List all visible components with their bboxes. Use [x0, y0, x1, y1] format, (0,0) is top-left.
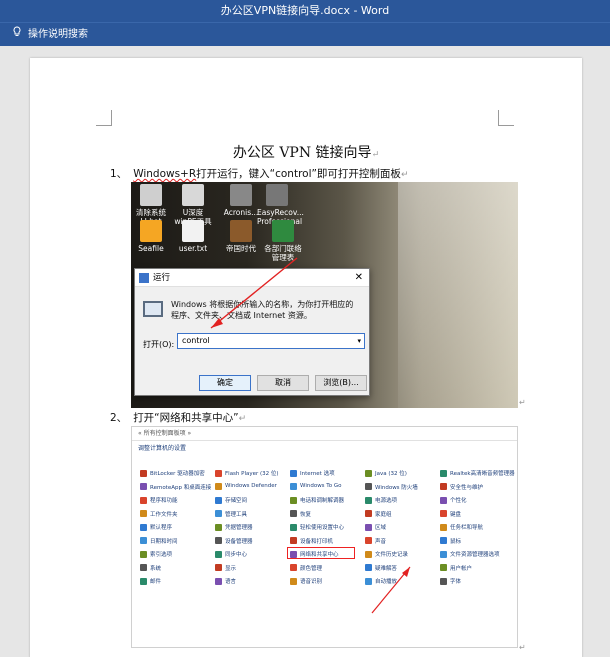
- document-canvas[interactable]: 办公区 VPN 链接向导↵ 1、 Windows+R打开运行，键入“control…: [0, 46, 610, 657]
- step-2-number: 2、: [110, 412, 128, 424]
- paragraph-mark: ↵: [519, 398, 526, 407]
- paragraph-mark: ↵: [400, 170, 409, 180]
- paragraph-mark: ↵: [519, 643, 526, 652]
- step-2[interactable]: 2、 打开“网络和共享中心”↵: [110, 410, 246, 425]
- step-1-keys: Windows+R: [133, 168, 197, 180]
- step-1-number: 1、: [110, 168, 128, 180]
- screenshot-run-dialog[interactable]: 清除系统LJ.batU深度winPE工具Acronis...EasyRecov.…: [131, 182, 518, 408]
- window-title: 办公区VPN链接向导.docx - Word: [220, 4, 390, 17]
- paragraph-mark: ↵: [371, 150, 380, 160]
- annotation-arrow: [210, 257, 298, 329]
- tell-me-bar[interactable]: 操作说明搜索: [0, 22, 610, 46]
- window-title-bar: 办公区VPN链接向导.docx - Word: [0, 0, 610, 22]
- crop-mark-top-right: [498, 110, 514, 126]
- document-page[interactable]: 办公区 VPN 链接向导↵ 1、 Windows+R打开运行，键入“control…: [30, 58, 582, 657]
- step-1[interactable]: 1、 Windows+R打开运行，键入“control”即可打开控制面板↵: [110, 166, 408, 181]
- screenshot-control-panel[interactable]: « 所有控制面板项 » 调整计算机的设置 BitLocker 驱动器加密 Flas…: [131, 426, 518, 648]
- tell-me-search[interactable]: 操作说明搜索: [28, 23, 88, 47]
- step-1-text: 打开运行，键入“control”即可打开控制面板: [196, 168, 401, 180]
- crop-mark-top-left: [96, 110, 112, 126]
- paragraph-mark: ↵: [238, 414, 247, 424]
- annotation-arrow: [371, 566, 411, 614]
- document-title-text: 办公区 VPN 链接向导: [232, 145, 372, 161]
- lightbulb-icon: [12, 23, 22, 47]
- step-2-text: 打开“网络和共享中心”: [133, 412, 239, 424]
- document-title[interactable]: 办公区 VPN 链接向导↵: [30, 142, 582, 162]
